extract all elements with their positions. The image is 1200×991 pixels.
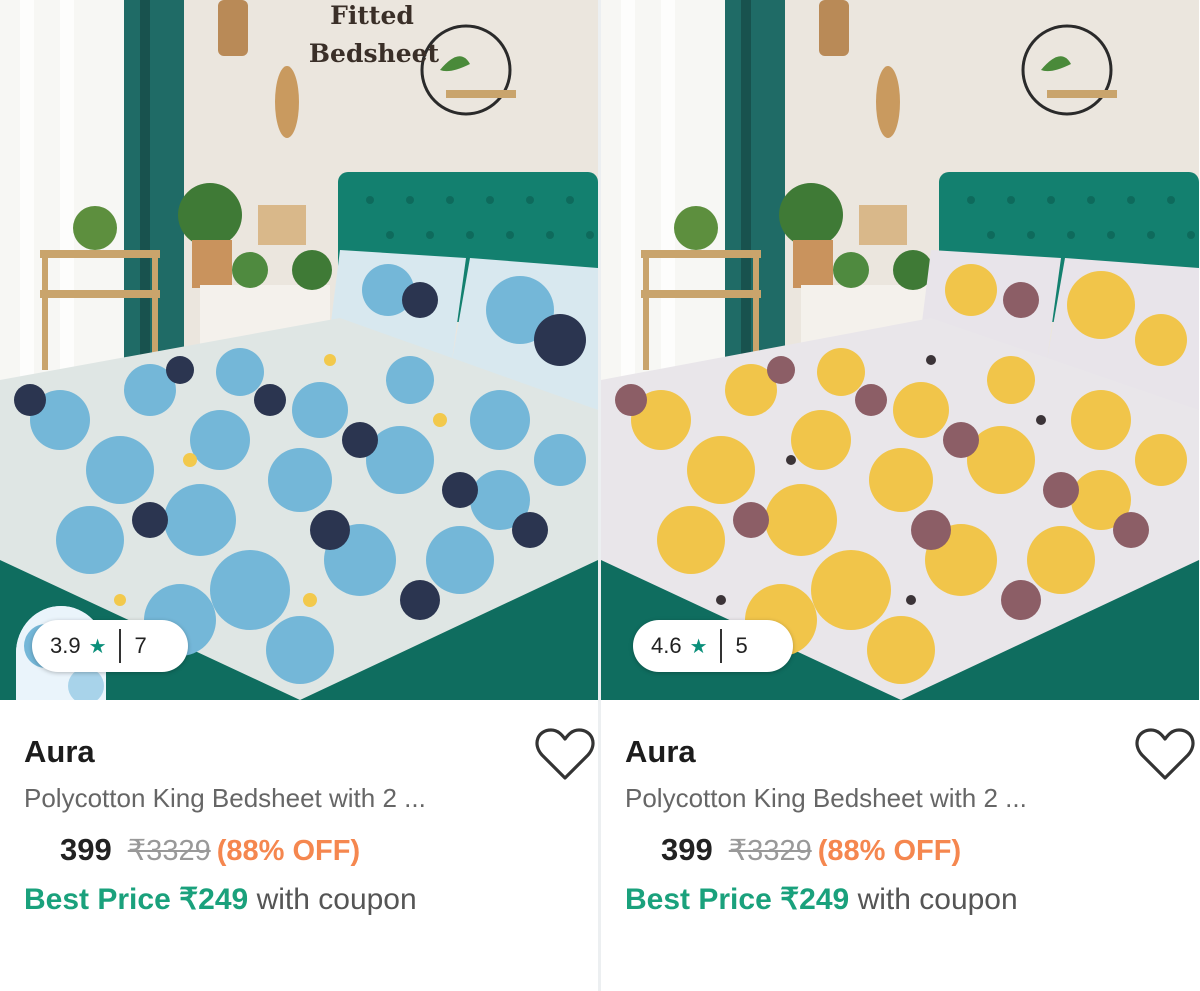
rating-badge: 3.9 ★ 7 — [32, 620, 188, 672]
best-price-row: Best Price ₹249 with coupon — [24, 882, 417, 917]
price-row: 399 ₹3329 (88% OFF) — [661, 832, 961, 868]
product-title[interactable]: Polycotton King Bedsheet with 2 ... — [625, 783, 1027, 814]
original-price: ₹3329 — [728, 835, 812, 867]
bedroom-photo: Fitted Bedsheet — [0, 0, 598, 700]
star-icon: ★ — [689, 635, 708, 658]
original-price: ₹3329 — [127, 835, 211, 867]
product-title[interactable]: Polycotton King Bedsheet with 2 ... — [24, 783, 426, 814]
rating-separator — [719, 629, 722, 663]
review-count: 7 — [134, 633, 147, 658]
selling-price: 399 — [661, 832, 713, 867]
review-count: 5 — [735, 633, 748, 658]
price-row: 399 ₹3329 (88% OFF) — [60, 832, 360, 868]
wishlist-button[interactable] — [534, 726, 596, 782]
best-price-row: Best Price ₹249 with coupon — [625, 882, 1018, 917]
brand-name: Aura — [24, 734, 95, 769]
heart-icon — [1135, 728, 1195, 780]
wishlist-button[interactable] — [1134, 726, 1196, 782]
rating-value: 3.9 — [50, 633, 81, 658]
coupon-note: with coupon — [248, 883, 417, 916]
product-card[interactable]: 4.6 ★ 5 Aura Polycotton King Bedsheet wi… — [601, 0, 1199, 991]
rating-separator — [118, 629, 121, 663]
heart-icon — [535, 728, 595, 780]
brand-name: Aura — [625, 734, 696, 769]
bedroom-photo — [601, 0, 1199, 700]
selling-price: 399 — [60, 832, 112, 867]
star-icon: ★ — [88, 635, 107, 658]
product-grid: Fitted Bedsheet 3.9 ★ 7 Aura Polycotton … — [0, 0, 1200, 991]
rating-value: 4.6 — [651, 633, 682, 658]
rating-badge: 4.6 ★ 5 — [633, 620, 793, 672]
product-image[interactable] — [601, 0, 1199, 700]
overlay-text-line-2: Bedsheet — [309, 39, 440, 68]
discount-label: (88% OFF) — [817, 835, 962, 867]
best-price-label: Best Price ₹249 — [24, 883, 249, 916]
product-image[interactable]: Fitted Bedsheet — [0, 0, 598, 700]
overlay-text-line-1: Fitted — [330, 1, 414, 30]
product-card[interactable]: Fitted Bedsheet 3.9 ★ 7 Aura Polycotton … — [0, 0, 598, 991]
discount-label: (88% OFF) — [216, 835, 361, 867]
coupon-note: with coupon — [849, 883, 1018, 916]
best-price-label: Best Price ₹249 — [625, 883, 850, 916]
